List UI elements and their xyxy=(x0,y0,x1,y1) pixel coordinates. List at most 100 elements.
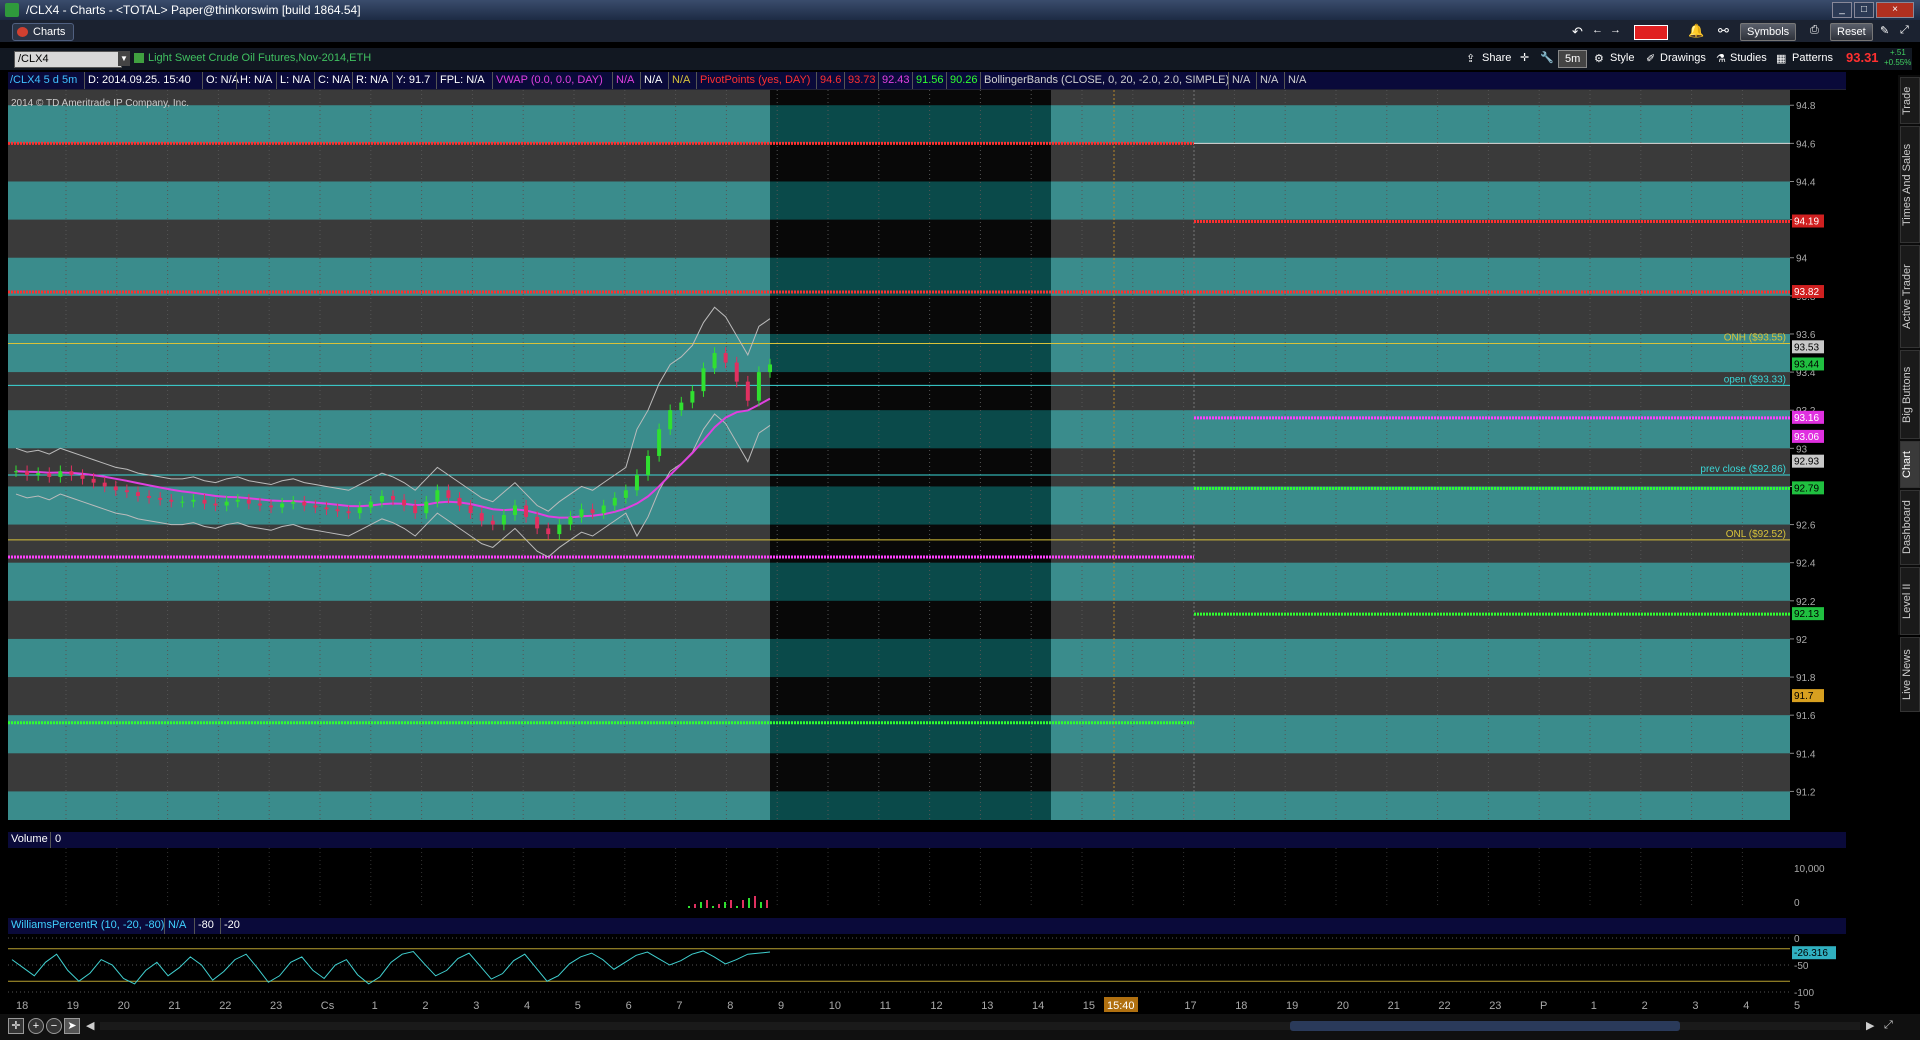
symbol-description: Light Sweet Crude Oil Futures,Nov-2014,E… xyxy=(148,52,372,64)
status-symbol: /CLX4 5 d 5m xyxy=(10,74,78,86)
close-button[interactable]: × xyxy=(1876,2,1914,18)
volume-bar xyxy=(742,900,744,908)
wrench-icon[interactable]: 🔧 xyxy=(1540,51,1554,64)
side-tab-trade[interactable]: Trade xyxy=(1900,77,1920,124)
link-icon[interactable]: ⚯ xyxy=(1718,23,1729,39)
back-arrow-icon[interactable]: ← xyxy=(1592,24,1603,36)
price-tick-label: 92.4 xyxy=(1796,559,1816,570)
closed-session-band xyxy=(770,638,1051,678)
side-tab-big-buttons[interactable]: Big Buttons xyxy=(1900,350,1920,439)
candle-body xyxy=(435,490,440,502)
side-tab-times-and-sales[interactable]: Times And Sales xyxy=(1900,126,1920,243)
price-label-text: 94.19 xyxy=(1794,217,1819,228)
volume-header: Volume 0 xyxy=(8,832,1846,848)
side-tab-dashboard[interactable]: Dashboard xyxy=(1900,490,1920,565)
volume-bar xyxy=(694,904,696,908)
status-y: Y: 91.7 xyxy=(396,74,431,86)
status-pivot-r1: 93.73 xyxy=(848,74,876,86)
maximize-button[interactable]: □ xyxy=(1854,2,1874,18)
candle-body xyxy=(745,381,750,401)
forward-arrow-icon[interactable]: → xyxy=(1610,24,1621,36)
candle-body xyxy=(557,524,562,535)
side-tab-level-ii[interactable]: Level II xyxy=(1900,567,1920,635)
undo-icon[interactable]: ↶ xyxy=(1572,24,1583,40)
cursor-icon[interactable]: ➤ xyxy=(64,1018,80,1034)
time-tick-label: 2 xyxy=(1642,1000,1648,1012)
volume-bar xyxy=(688,906,690,908)
bell-icon[interactable]: 🔔 xyxy=(1688,23,1704,39)
drawings-icon[interactable]: ✐ xyxy=(1646,52,1655,65)
status-vwap[interactable]: VWAP (0.0, 0.0, DAY) xyxy=(496,74,603,86)
volume-label[interactable]: Volume xyxy=(11,833,48,845)
candle-body xyxy=(379,495,384,502)
time-tick-label: 2 xyxy=(422,1000,428,1012)
zoom-in-icon[interactable]: + xyxy=(28,1018,44,1034)
time-tick-label: 10 xyxy=(829,1000,841,1012)
time-tick-label: 3 xyxy=(473,1000,479,1012)
reset-button[interactable]: Reset xyxy=(1830,23,1873,41)
studies-button[interactable]: Studies xyxy=(1730,52,1767,64)
color-swatch-icon[interactable] xyxy=(1634,25,1668,40)
price-chart[interactable]: ONH ($93.55) open ($93.33) prev close ($92… xyxy=(8,90,1844,830)
print-icon[interactable]: ⎙ xyxy=(1810,24,1819,37)
symbol-input[interactable]: /CLX4 xyxy=(14,51,122,68)
last-price: 93.31 xyxy=(1846,50,1879,65)
williams-value-3: -20 xyxy=(224,919,240,931)
candle-body xyxy=(58,471,63,477)
time-tick-label: 18 xyxy=(1235,1000,1247,1012)
candle-body xyxy=(723,353,728,363)
tab-charts-label: Charts xyxy=(33,26,66,38)
time-tick-label: 8 xyxy=(727,1000,733,1012)
crosshair-icon[interactable]: ✛ xyxy=(1520,51,1529,64)
zoom-out-icon[interactable]: − xyxy=(46,1018,62,1034)
volume-chart[interactable]: 10,000 0 xyxy=(8,848,1844,909)
time-axis-svg: 18 19 20 21 22 23 Cs 1 2 3 4 5 6 7 8 9 10 11 12 13 14 15 15:40… xyxy=(16,997,1851,1012)
williams-label[interactable]: WilliamsPercentR (10, -20, -80) xyxy=(11,919,164,931)
time-tick-label: Cs xyxy=(321,1000,335,1012)
pan-icon[interactable]: ✛ xyxy=(8,1018,24,1034)
detach-icon[interactable]: ⤢ xyxy=(1900,24,1909,37)
williams-chart-svg[interactable]: 0 -50 -100 -26.316 xyxy=(8,934,1844,999)
status-pivot[interactable]: PivotPoints (yes, DAY) xyxy=(700,74,810,86)
candle-body xyxy=(424,501,429,514)
volume-chart-svg[interactable]: 10,000 0 xyxy=(8,848,1844,909)
time-tick-label: 4 xyxy=(524,1000,530,1012)
volume-bar xyxy=(748,898,750,908)
side-tab-chart[interactable]: Chart xyxy=(1900,441,1920,488)
share-button[interactable]: Share xyxy=(1482,52,1511,64)
expand-icon[interactable]: ⤢ xyxy=(1884,1019,1893,1032)
minimize-button[interactable]: _ xyxy=(1832,2,1852,18)
share-icon[interactable]: ⇪ xyxy=(1466,52,1475,65)
price-tick-label: 94 xyxy=(1796,254,1808,265)
williams-chart[interactable]: 0 -50 -100 -26.316 xyxy=(8,934,1844,999)
tab-charts[interactable]: Charts xyxy=(12,23,75,41)
settings-icon[interactable]: ✎ xyxy=(1880,24,1889,37)
scroll-left-icon[interactable]: ◀ xyxy=(86,1019,94,1032)
price-label-text: 92.79 xyxy=(1794,483,1819,494)
timeframe-button[interactable]: 5m xyxy=(1558,50,1588,68)
style-button[interactable]: Style xyxy=(1610,52,1634,64)
price-chart-svg[interactable]: ONH ($93.55) open ($93.33) prev close ($92… xyxy=(8,90,1844,830)
symbols-button[interactable]: Symbols xyxy=(1740,23,1797,41)
williams-current-value: -26.316 xyxy=(1794,948,1828,959)
closed-session-band xyxy=(770,791,1051,830)
style-icon[interactable]: ⚙ xyxy=(1594,52,1604,65)
candle-body xyxy=(546,528,551,535)
patterns-icon[interactable]: ▦ xyxy=(1776,52,1786,65)
scrollbar-thumb[interactable] xyxy=(1290,1021,1680,1031)
patterns-button[interactable]: Patterns xyxy=(1792,52,1833,64)
candle-body xyxy=(501,515,506,525)
right-side-tabs: Trade Times And Sales Active Trader Big But… xyxy=(1898,75,1920,712)
volume-tick-10000: 10,000 xyxy=(1794,864,1825,875)
time-tick-label: 20 xyxy=(118,1000,130,1012)
drawings-button[interactable]: Drawings xyxy=(1660,52,1706,64)
status-vwap-value-3: N/A xyxy=(672,74,691,86)
app-icon xyxy=(5,3,19,17)
symbol-dropdown-icon[interactable]: ▼ xyxy=(118,51,130,66)
status-bollinger[interactable]: BollingerBands (CLOSE, 0, 20, -2.0, 2.0,… xyxy=(984,74,1229,86)
side-tab-active-trader[interactable]: Active Trader xyxy=(1900,245,1920,348)
status-pivot-p: 92.43 xyxy=(882,74,910,86)
studies-icon[interactable]: ⚗ xyxy=(1716,52,1726,65)
scroll-right-icon[interactable]: ▶ xyxy=(1866,1019,1874,1032)
side-tab-live-news[interactable]: Live News xyxy=(1900,637,1920,712)
